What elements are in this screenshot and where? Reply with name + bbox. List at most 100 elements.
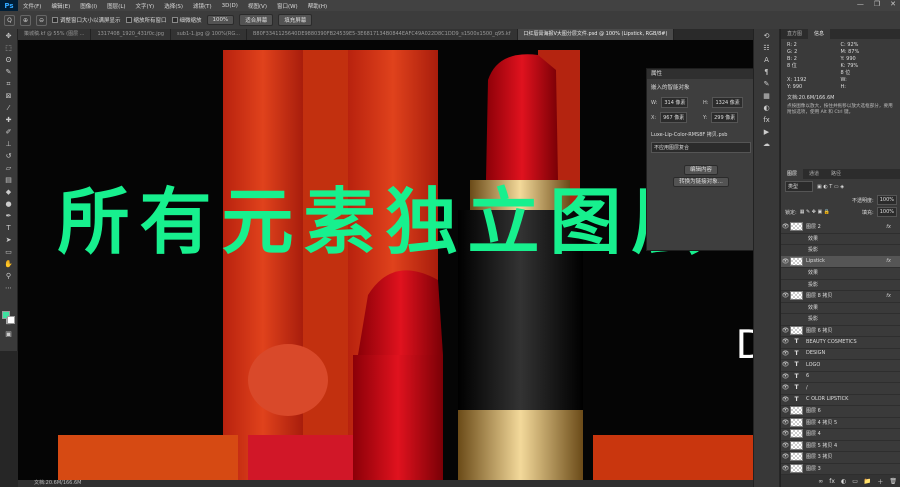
visibility-eye-icon[interactable]: 👁	[781, 258, 790, 265]
marquee-tool-icon[interactable]: ⬚	[3, 43, 15, 53]
new-layer-icon[interactable]: ＋	[877, 477, 883, 486]
doc-tab-active[interactable]: 口红唇膏海报V大图分层文件.psd @ 100% (Lipstick, RGB/…	[517, 29, 675, 40]
healing-tool-icon[interactable]: ✚	[3, 115, 15, 125]
minimize-button[interactable]: —	[857, 0, 864, 8]
character-icon[interactable]: A	[761, 55, 773, 65]
crop-tool-icon[interactable]: ⌗	[3, 79, 15, 89]
restore-button[interactable]: ❐	[874, 0, 880, 8]
visibility-eye-icon[interactable]: 👁	[781, 350, 790, 357]
menu-edit[interactable]: 编辑(E)	[46, 2, 75, 10]
menu-help[interactable]: 帮助(H)	[303, 2, 332, 10]
more-tools-icon[interactable]: ⋯	[3, 283, 15, 293]
y-field[interactable]: 299 像素	[711, 112, 739, 123]
close-button[interactable]: ✕	[890, 0, 896, 8]
zoom-100-button[interactable]: 100%	[206, 15, 235, 25]
layer-fx-badge[interactable]: fx	[886, 293, 891, 299]
opacity-field[interactable]: 100%	[876, 195, 897, 205]
menu-file[interactable]: 文件(F)	[18, 2, 46, 10]
visibility-eye-icon[interactable]: 👁	[781, 465, 790, 472]
properties-icon[interactable]: ☷	[761, 43, 773, 53]
link-layers-icon[interactable]: ∞	[818, 478, 823, 485]
dodge-tool-icon[interactable]: ●	[3, 199, 15, 209]
eraser-tool-icon[interactable]: ▱	[3, 163, 15, 173]
adjustment-layer-icon[interactable]: ◐	[841, 478, 846, 485]
type-tool-icon[interactable]: T	[3, 223, 15, 233]
adjustments-icon[interactable]: ◐	[761, 103, 773, 113]
quick-select-tool-icon[interactable]: ✎	[3, 67, 15, 77]
shape-tool-icon[interactable]: ▭	[3, 247, 15, 257]
menu-layer[interactable]: 图层(L)	[102, 2, 130, 10]
doc-tab[interactable]: B80F3341125640DE9880390FB24539E5-3E68171…	[246, 29, 518, 40]
visibility-eye-icon[interactable]: 👁	[781, 223, 790, 230]
background-color-swatch[interactable]	[7, 316, 15, 324]
add-style-icon[interactable]: fx	[829, 478, 835, 485]
visibility-eye-icon[interactable]: 👁	[781, 292, 790, 299]
stamp-tool-icon[interactable]: ⊥	[3, 139, 15, 149]
x-field[interactable]: 967 像素	[660, 112, 688, 123]
blur-tool-icon[interactable]: ◆	[3, 187, 15, 197]
tab-paths[interactable]: 路径	[825, 169, 847, 179]
visibility-eye-icon[interactable]: 👁	[781, 327, 790, 334]
visibility-eye-icon[interactable]: 👁	[781, 396, 790, 403]
document-canvas[interactable]: D	[18, 40, 753, 480]
add-mask-icon[interactable]: ▭	[852, 478, 858, 485]
tab-info[interactable]: 信息	[808, 29, 831, 39]
fill-field[interactable]: 100%	[876, 207, 897, 217]
brush-settings-icon[interactable]: ✎	[761, 79, 773, 89]
convert-to-linked-button[interactable]: 转换为链接对象...	[673, 177, 729, 187]
doc-tab[interactable]: 策城稿.kf @ 55% (图层 ...	[18, 29, 92, 40]
zoom-tool-icon[interactable]: ⚲	[3, 271, 15, 281]
screen-mode-icon[interactable]: ▣	[3, 329, 15, 339]
zoom-all-checkbox[interactable]: 缩放所有窗口	[125, 16, 167, 24]
new-group-icon[interactable]: 📁	[864, 478, 871, 485]
hand-tool-icon[interactable]: ✋	[3, 259, 15, 269]
styles-icon[interactable]: fx	[761, 115, 773, 125]
paragraph-icon[interactable]: ¶	[761, 67, 773, 77]
visibility-eye-icon[interactable]: 👁	[781, 361, 790, 368]
layer-row[interactable]: 👁 图层 3	[781, 463, 900, 475]
visibility-eye-icon[interactable]: 👁	[781, 373, 790, 380]
doc-tab[interactable]: sub1-1.jpg @ 100%(RG...	[171, 29, 247, 40]
menu-view[interactable]: 视图(V)	[243, 2, 272, 10]
width-field[interactable]: 314 像素	[661, 97, 689, 108]
eyedropper-tool-icon[interactable]: ⁄	[3, 103, 15, 113]
frame-tool-icon[interactable]: ⊠	[3, 91, 15, 101]
delete-layer-icon[interactable]: 🗑	[889, 478, 897, 485]
menu-3d[interactable]: 3D(D)	[217, 3, 243, 9]
height-field[interactable]: 1324 像素	[712, 97, 743, 108]
tab-layers[interactable]: 图层	[781, 169, 804, 179]
visibility-eye-icon[interactable]: 👁	[781, 384, 790, 391]
history-icon[interactable]: ⟲	[761, 31, 773, 41]
brush-tool-icon[interactable]: ✐	[3, 127, 15, 137]
visibility-eye-icon[interactable]: 👁	[781, 338, 790, 345]
layer-fx-badge[interactable]: fx	[886, 258, 891, 264]
actions-icon[interactable]: ▶	[761, 127, 773, 137]
tab-channels[interactable]: 通道	[803, 169, 825, 179]
visibility-eye-icon[interactable]: 👁	[781, 453, 790, 460]
lasso-tool-icon[interactable]: ʘ	[3, 55, 15, 65]
zoom-tool-icon[interactable]: Q	[4, 14, 15, 26]
visibility-eye-icon[interactable]: 👁	[781, 442, 790, 449]
history-brush-icon[interactable]: ↺	[3, 151, 15, 161]
layer-fx-badge[interactable]: fx	[886, 224, 891, 230]
menu-type[interactable]: 文字(Y)	[131, 2, 160, 10]
visibility-eye-icon[interactable]: 👁	[781, 430, 790, 437]
fill-screen-button[interactable]: 填充屏幕	[278, 14, 313, 26]
tab-histogram[interactable]: 直方图	[781, 29, 808, 39]
zoom-in-icon[interactable]: ⊕	[20, 14, 31, 26]
resize-windows-checkbox[interactable]: 调整窗口大小以满屏显示	[52, 16, 121, 24]
libraries-icon[interactable]: ☁	[761, 139, 773, 149]
doc-tab[interactable]: 1317408_1920_431f0c.jpg	[91, 29, 171, 40]
gradient-tool-icon[interactable]: ▤	[3, 175, 15, 185]
menu-filter[interactable]: 滤镜(T)	[188, 2, 217, 10]
move-tool-icon[interactable]: ✥	[3, 31, 15, 41]
menu-image[interactable]: 图像(I)	[75, 2, 102, 10]
scrubby-zoom-checkbox[interactable]: 细微缩放	[171, 16, 202, 24]
layer-filter-select[interactable]: 类型	[785, 181, 813, 192]
visibility-eye-icon[interactable]: 👁	[781, 419, 790, 426]
menu-select[interactable]: 选择(S)	[159, 2, 188, 10]
swatches-icon[interactable]: ▦	[761, 91, 773, 101]
path-select-tool-icon[interactable]: ➤	[3, 235, 15, 245]
pen-tool-icon[interactable]: ✒	[3, 211, 15, 221]
edit-contents-button[interactable]: 编辑内容	[683, 165, 718, 175]
